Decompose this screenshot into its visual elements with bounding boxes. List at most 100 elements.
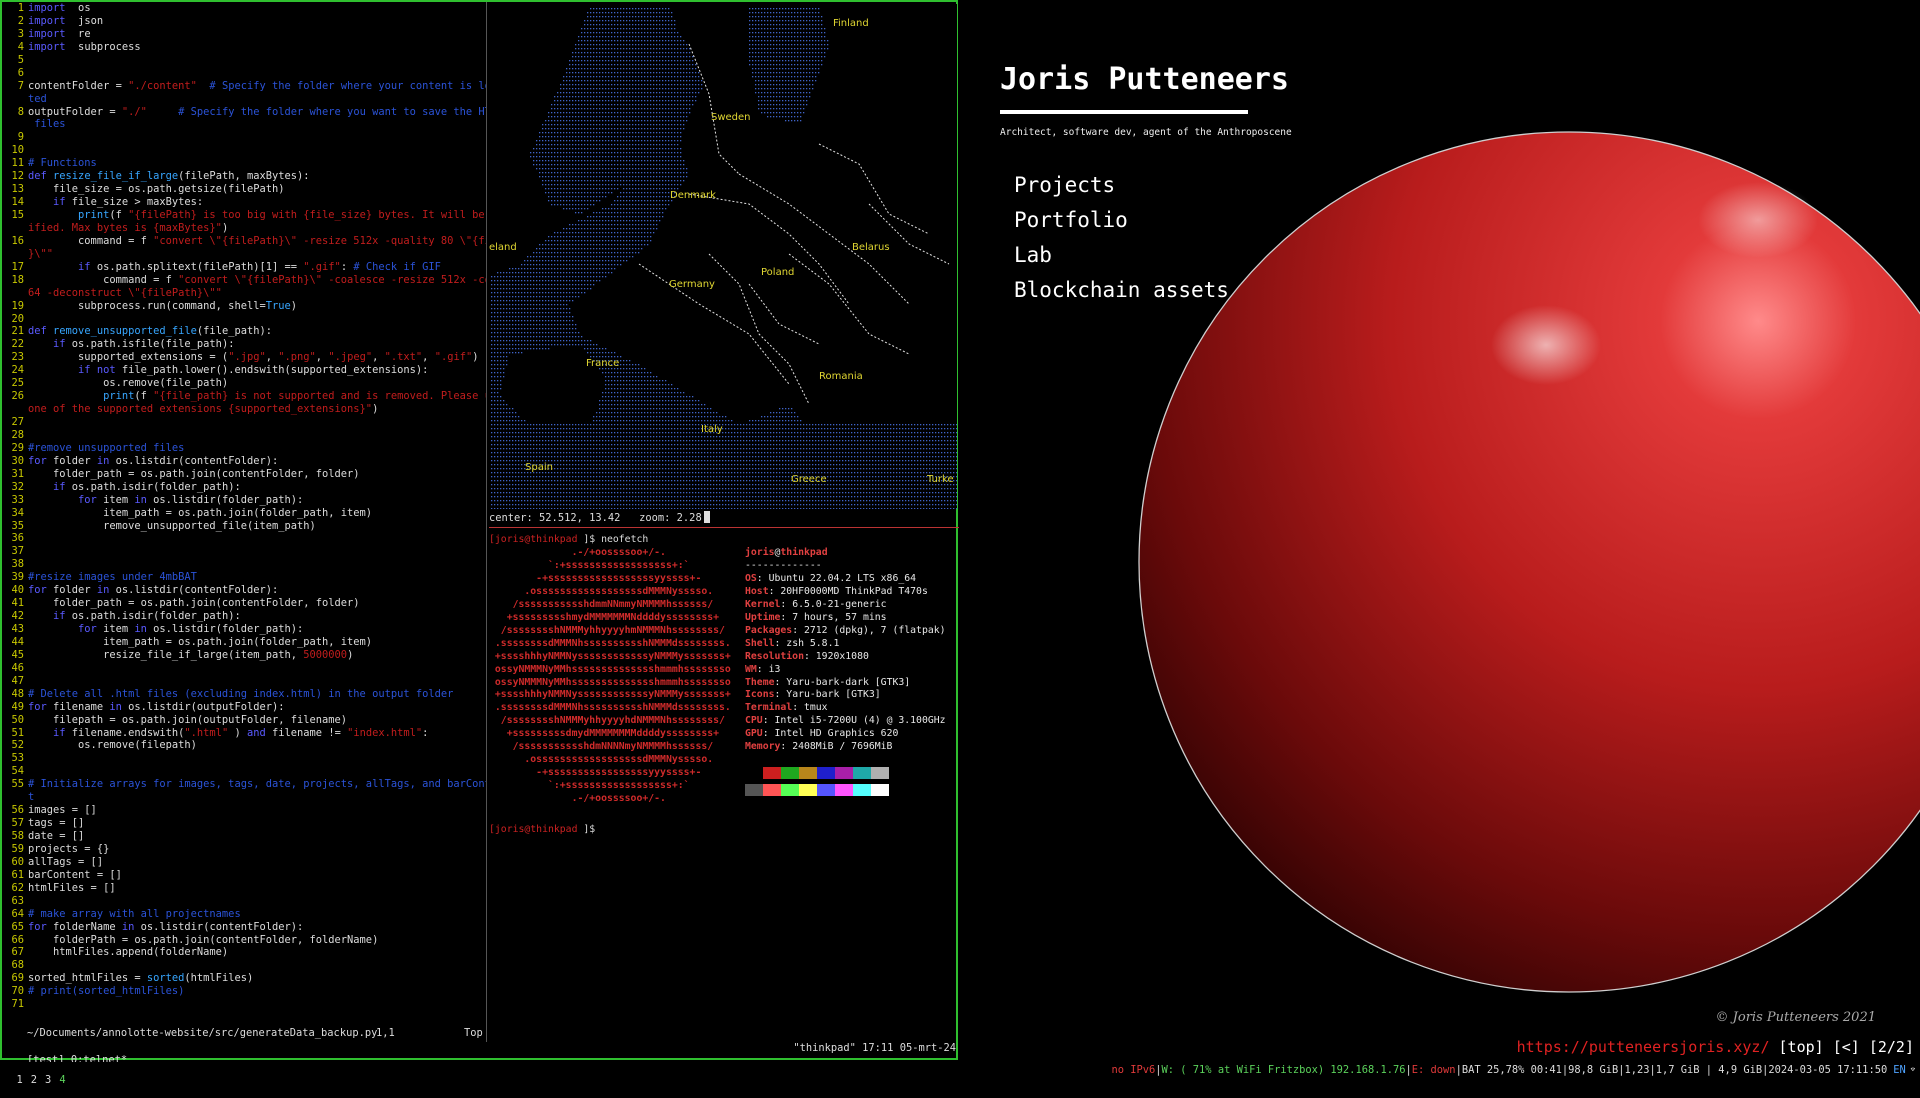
pane-divider-horizontal[interactable] (489, 527, 959, 528)
code-line[interactable]: 54 (2, 765, 486, 778)
code-line[interactable]: 32 if os.path.isdir(folder_path): (2, 481, 486, 494)
code-line[interactable]: 40for folder in os.listdir(contentFolder… (2, 584, 486, 597)
code-line[interactable]: 9 (2, 131, 486, 144)
code-line[interactable]: 27 (2, 416, 486, 429)
nav-link-portfolio[interactable]: Portfolio (1014, 203, 1229, 238)
nav-link-lab[interactable]: Lab (1014, 238, 1229, 273)
code-line[interactable]: 52 os.remove(filepath) (2, 739, 486, 752)
code-line[interactable]: 63 (2, 895, 486, 908)
tmux-terminal-window[interactable]: 1import os2import json3import re4import … (0, 0, 958, 1060)
code-line[interactable]: 8outputFolder = "./" # Specify the folde… (2, 106, 486, 119)
code-line[interactable]: 10 (2, 144, 486, 157)
code-line[interactable]: ified. Max bytes is {maxBytes}") (2, 222, 486, 235)
code-line[interactable]: 56images = [] (2, 804, 486, 817)
code-line[interactable]: 11# Functions (2, 157, 486, 170)
code-line[interactable]: 64# make array with all projectnames (2, 908, 486, 921)
code-line[interactable]: 18 command = f "convert \"{filePath}\" -… (2, 274, 486, 287)
pane-divider-vertical[interactable] (486, 2, 487, 1042)
code-line[interactable]: 61barContent = [] (2, 869, 486, 882)
code-line[interactable]: 45 resize_file_if_large(item_path, 50000… (2, 649, 486, 662)
code-line[interactable]: 66 folderPath = os.path.join(contentFold… (2, 934, 486, 947)
code-line[interactable]: 50 filepath = os.path.join(outputFolder,… (2, 714, 486, 727)
workspace-button-2[interactable]: 2 (27, 1074, 41, 1086)
code-line[interactable]: t (2, 791, 486, 804)
code-line[interactable]: 68 (2, 959, 486, 972)
code-line[interactable]: 59projects = {} (2, 843, 486, 856)
code-line[interactable]: 1import os (2, 2, 486, 15)
code-line[interactable]: 69sorted_htmlFiles = sorted(htmlFiles) (2, 972, 486, 985)
code-line[interactable]: 57tags = [] (2, 817, 486, 830)
code-line[interactable]: 31 folder_path = os.path.join(contentFol… (2, 468, 486, 481)
code-line[interactable]: 41 folder_path = os.path.join(contentFol… (2, 597, 486, 610)
code-token: remove_unsupported_file (47, 325, 197, 337)
code-line[interactable]: 48# Delete all .html files (excluding in… (2, 688, 486, 701)
nav-link-projects[interactable]: Projects (1014, 168, 1229, 203)
code-line[interactable]: 19 subprocess.run(command, shell=True) (2, 300, 486, 313)
site-title[interactable]: Joris Putteneers (1000, 62, 1289, 97)
code-line[interactable]: 23 supported_extensions = (".jpg", ".png… (2, 351, 486, 364)
code-line[interactable]: 43 for item in os.listdir(folder_path): (2, 623, 486, 636)
workspace-button-1[interactable]: 1 (13, 1074, 27, 1086)
code-line[interactable]: 55# Initialize arrays for images, tags, … (2, 778, 486, 791)
code-line[interactable]: 24 if not file_path.lower().endswith(sup… (2, 364, 486, 377)
code-line[interactable]: ted (2, 93, 486, 106)
code-line[interactable]: 25 os.remove(file_path) (2, 377, 486, 390)
code-line[interactable]: 42 if os.path.isdir(folder_path): (2, 610, 486, 623)
code-line[interactable]: 38 (2, 558, 486, 571)
code-line[interactable]: 22 if os.path.isfile(file_path): (2, 338, 486, 351)
code-line[interactable]: 35 remove_unsupported_file(item_path) (2, 520, 486, 533)
code-line[interactable]: 37 (2, 545, 486, 558)
code-line[interactable]: 3import re (2, 28, 486, 41)
code-line[interactable]: 20 (2, 313, 486, 326)
code-line[interactable]: }\"" (2, 248, 486, 261)
code-line[interactable]: 49for filename in os.listdir(outputFolde… (2, 701, 486, 714)
code-line[interactable]: 39#resize images under 4mbBAT (2, 571, 486, 584)
code-line[interactable]: 34 item_path = os.path.join(folder_path,… (2, 507, 486, 520)
code-line[interactable]: 53 (2, 752, 486, 765)
code-line[interactable]: 26 print(f "{file_path} is not supported… (2, 390, 486, 403)
code-line[interactable]: 4import subprocess (2, 41, 486, 54)
shell-prompt-idle[interactable]: [joris@thinkpad ]$ (489, 824, 595, 837)
code-line[interactable]: 44 item_path = os.path.join(folder_path,… (2, 636, 486, 649)
code-line[interactable]: 7contentFolder = "./content" # Specify t… (2, 80, 486, 93)
code-line[interactable]: 65for folderName in os.listdir(contentFo… (2, 921, 486, 934)
wifi-icon[interactable]: ⌔ (1910, 1064, 1916, 1076)
code-line[interactable]: 6 (2, 67, 486, 80)
code-line[interactable]: 70# print(sorted_htmlFiles) (2, 985, 486, 998)
code-line[interactable]: files (2, 118, 486, 131)
vim-editor-pane[interactable]: 1import os2import json3import re4import … (2, 2, 486, 1042)
code-line[interactable]: 62htmlFiles = [] (2, 882, 486, 895)
code-line[interactable]: 14 if file_size > maxBytes: (2, 196, 486, 209)
code-line[interactable]: 58date = [] (2, 830, 486, 843)
code-line[interactable]: 51 if filename.endswith(".html" ) and fi… (2, 727, 486, 740)
code-line[interactable]: 47 (2, 675, 486, 688)
code-line[interactable]: one of the supported extensions {support… (2, 403, 486, 416)
code-line[interactable]: 5 (2, 54, 486, 67)
code-line[interactable]: 64 -deconstruct \"{filePath}\"" (2, 287, 486, 300)
nav-link-blockchain-assets[interactable]: Blockchain assets (1014, 273, 1229, 308)
code-line[interactable]: 21def remove_unsupported_file(file_path)… (2, 325, 486, 338)
current-url[interactable]: https://putteneersjoris.xyz/ (1517, 1038, 1770, 1056)
code-line[interactable]: 33 for item in os.listdir(folder_path): (2, 494, 486, 507)
code-line[interactable]: 46 (2, 662, 486, 675)
workspace-button-3[interactable]: 3 (41, 1074, 55, 1086)
code-line[interactable]: 29#remove unsupported files (2, 442, 486, 455)
code-line[interactable]: 60allTags = [] (2, 856, 486, 869)
code-line[interactable]: 16 command = f "convert \"{filePath}\" -… (2, 235, 486, 248)
code-line[interactable]: 2import json (2, 15, 486, 28)
ascii-map-pane[interactable]: FinlandSwedenDenmarkBelaruselandPolandGe… (489, 4, 957, 509)
neofetch-pane[interactable]: [joris@thinkpad ]$ neofetch .-/+oossssoo… (489, 534, 959, 834)
code-line[interactable]: 36 (2, 532, 486, 545)
info-key: Kernel (745, 599, 780, 610)
code-line[interactable]: 15 print(f "{filePath} is too big with {… (2, 209, 486, 222)
code-line[interactable]: 13 file_size = os.path.getsize(filePath) (2, 183, 486, 196)
code-line[interactable]: 30for folder in os.listdir(contentFolder… (2, 455, 486, 468)
code-line[interactable]: 71 (2, 998, 486, 1011)
workspace-button-4[interactable]: 4 (55, 1074, 69, 1086)
code-line[interactable]: 67 htmlFiles.append(folderName) (2, 946, 486, 959)
keyboard-layout-indicator[interactable]: EN (1893, 1064, 1906, 1076)
code-line[interactable]: 12def resize_file_if_large(filePath, max… (2, 170, 486, 183)
code-line[interactable]: 28 (2, 429, 486, 442)
code-line[interactable]: 17 if os.path.splitext(filePath)[1] == "… (2, 261, 486, 274)
browser-website-view[interactable]: Joris Putteneers Architect, software dev… (960, 0, 1920, 1060)
